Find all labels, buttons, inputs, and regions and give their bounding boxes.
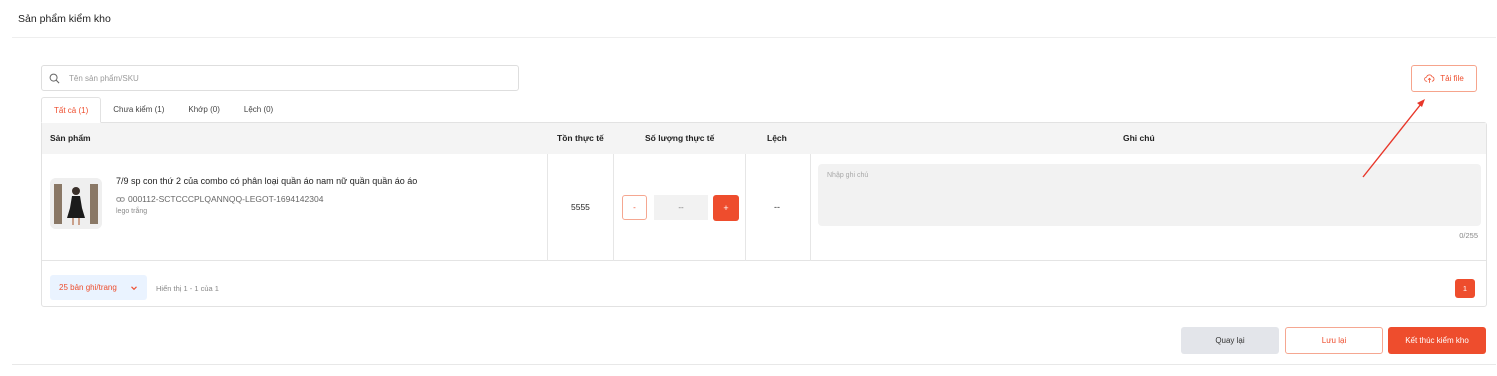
search-input[interactable] xyxy=(69,73,489,83)
filter-tabs: Tất cả (1) Chưa kiểm (1) Khớp (0) Lệch (… xyxy=(41,97,285,123)
tab-all[interactable]: Tất cả (1) xyxy=(41,97,102,123)
page-size-select[interactable]: 25 bản ghi/trang xyxy=(50,275,147,300)
diff-value: -- xyxy=(774,202,780,212)
actual-quantity-input[interactable] xyxy=(654,195,708,220)
cloud-upload-icon xyxy=(1424,74,1435,83)
chevron-down-icon xyxy=(131,286,137,291)
product-table: Sản phẩm Tồn thực tế Số lượng thực tế Lệ… xyxy=(41,122,1487,307)
pagination-page-1[interactable]: 1 xyxy=(1455,279,1475,298)
search-icon xyxy=(49,73,60,83)
column-divider xyxy=(745,154,746,261)
tab-mismatched[interactable]: Lệch (0) xyxy=(232,97,285,123)
tab-unchecked[interactable]: Chưa kiểm (1) xyxy=(101,97,176,123)
quantity-decrease-button[interactable]: - xyxy=(622,195,647,220)
note-textarea[interactable] xyxy=(818,164,1481,226)
header-stock: Tồn thực tế xyxy=(557,133,604,143)
product-variant: lego trắng xyxy=(116,208,148,215)
quantity-increase-button[interactable]: + xyxy=(713,195,739,221)
upload-file-button[interactable]: Tải file xyxy=(1411,65,1477,92)
page-size-label: 25 bản ghi/trang xyxy=(59,283,117,292)
table-row: 7/9 sp con thứ 2 của combo có phân loại … xyxy=(42,154,1486,261)
header-product: Sản phẩm xyxy=(50,133,91,143)
page-title: Sản phẩm kiểm kho xyxy=(18,13,111,25)
link-icon xyxy=(116,196,125,202)
column-divider xyxy=(613,154,614,261)
product-thumbnail xyxy=(50,178,102,229)
note-char-count: 0/255 xyxy=(1459,231,1478,240)
product-sku-text: 000112-SCTCCCPLQANNQQ-LEGOT-1694142304 xyxy=(128,194,324,204)
column-divider xyxy=(547,154,548,261)
product-sku: 000112-SCTCCCPLQANNQQ-LEGOT-1694142304 xyxy=(116,194,323,204)
back-button[interactable]: Quay lại xyxy=(1181,327,1279,354)
pagination-info: Hiển thị 1 - 1 của 1 xyxy=(156,284,219,293)
table-header: Sản phẩm Tồn thực tế Số lượng thực tế Lệ… xyxy=(42,123,1486,154)
header-diff: Lệch xyxy=(767,133,787,143)
finish-inventory-check-button[interactable]: Kết thúc kiểm kho xyxy=(1388,327,1486,354)
header-actual-qty: Số lượng thực tế xyxy=(645,133,715,143)
tab-matched[interactable]: Khớp (0) xyxy=(176,97,231,123)
column-divider xyxy=(810,154,811,261)
header-note: Ghi chú xyxy=(1123,133,1155,143)
upload-file-label: Tải file xyxy=(1440,74,1464,83)
product-name: 7/9 sp con thứ 2 của combo có phân loại … xyxy=(116,176,418,186)
stock-value: 5555 xyxy=(571,202,590,212)
search-box[interactable] xyxy=(41,65,519,91)
save-button[interactable]: Lưu lại xyxy=(1285,327,1383,354)
